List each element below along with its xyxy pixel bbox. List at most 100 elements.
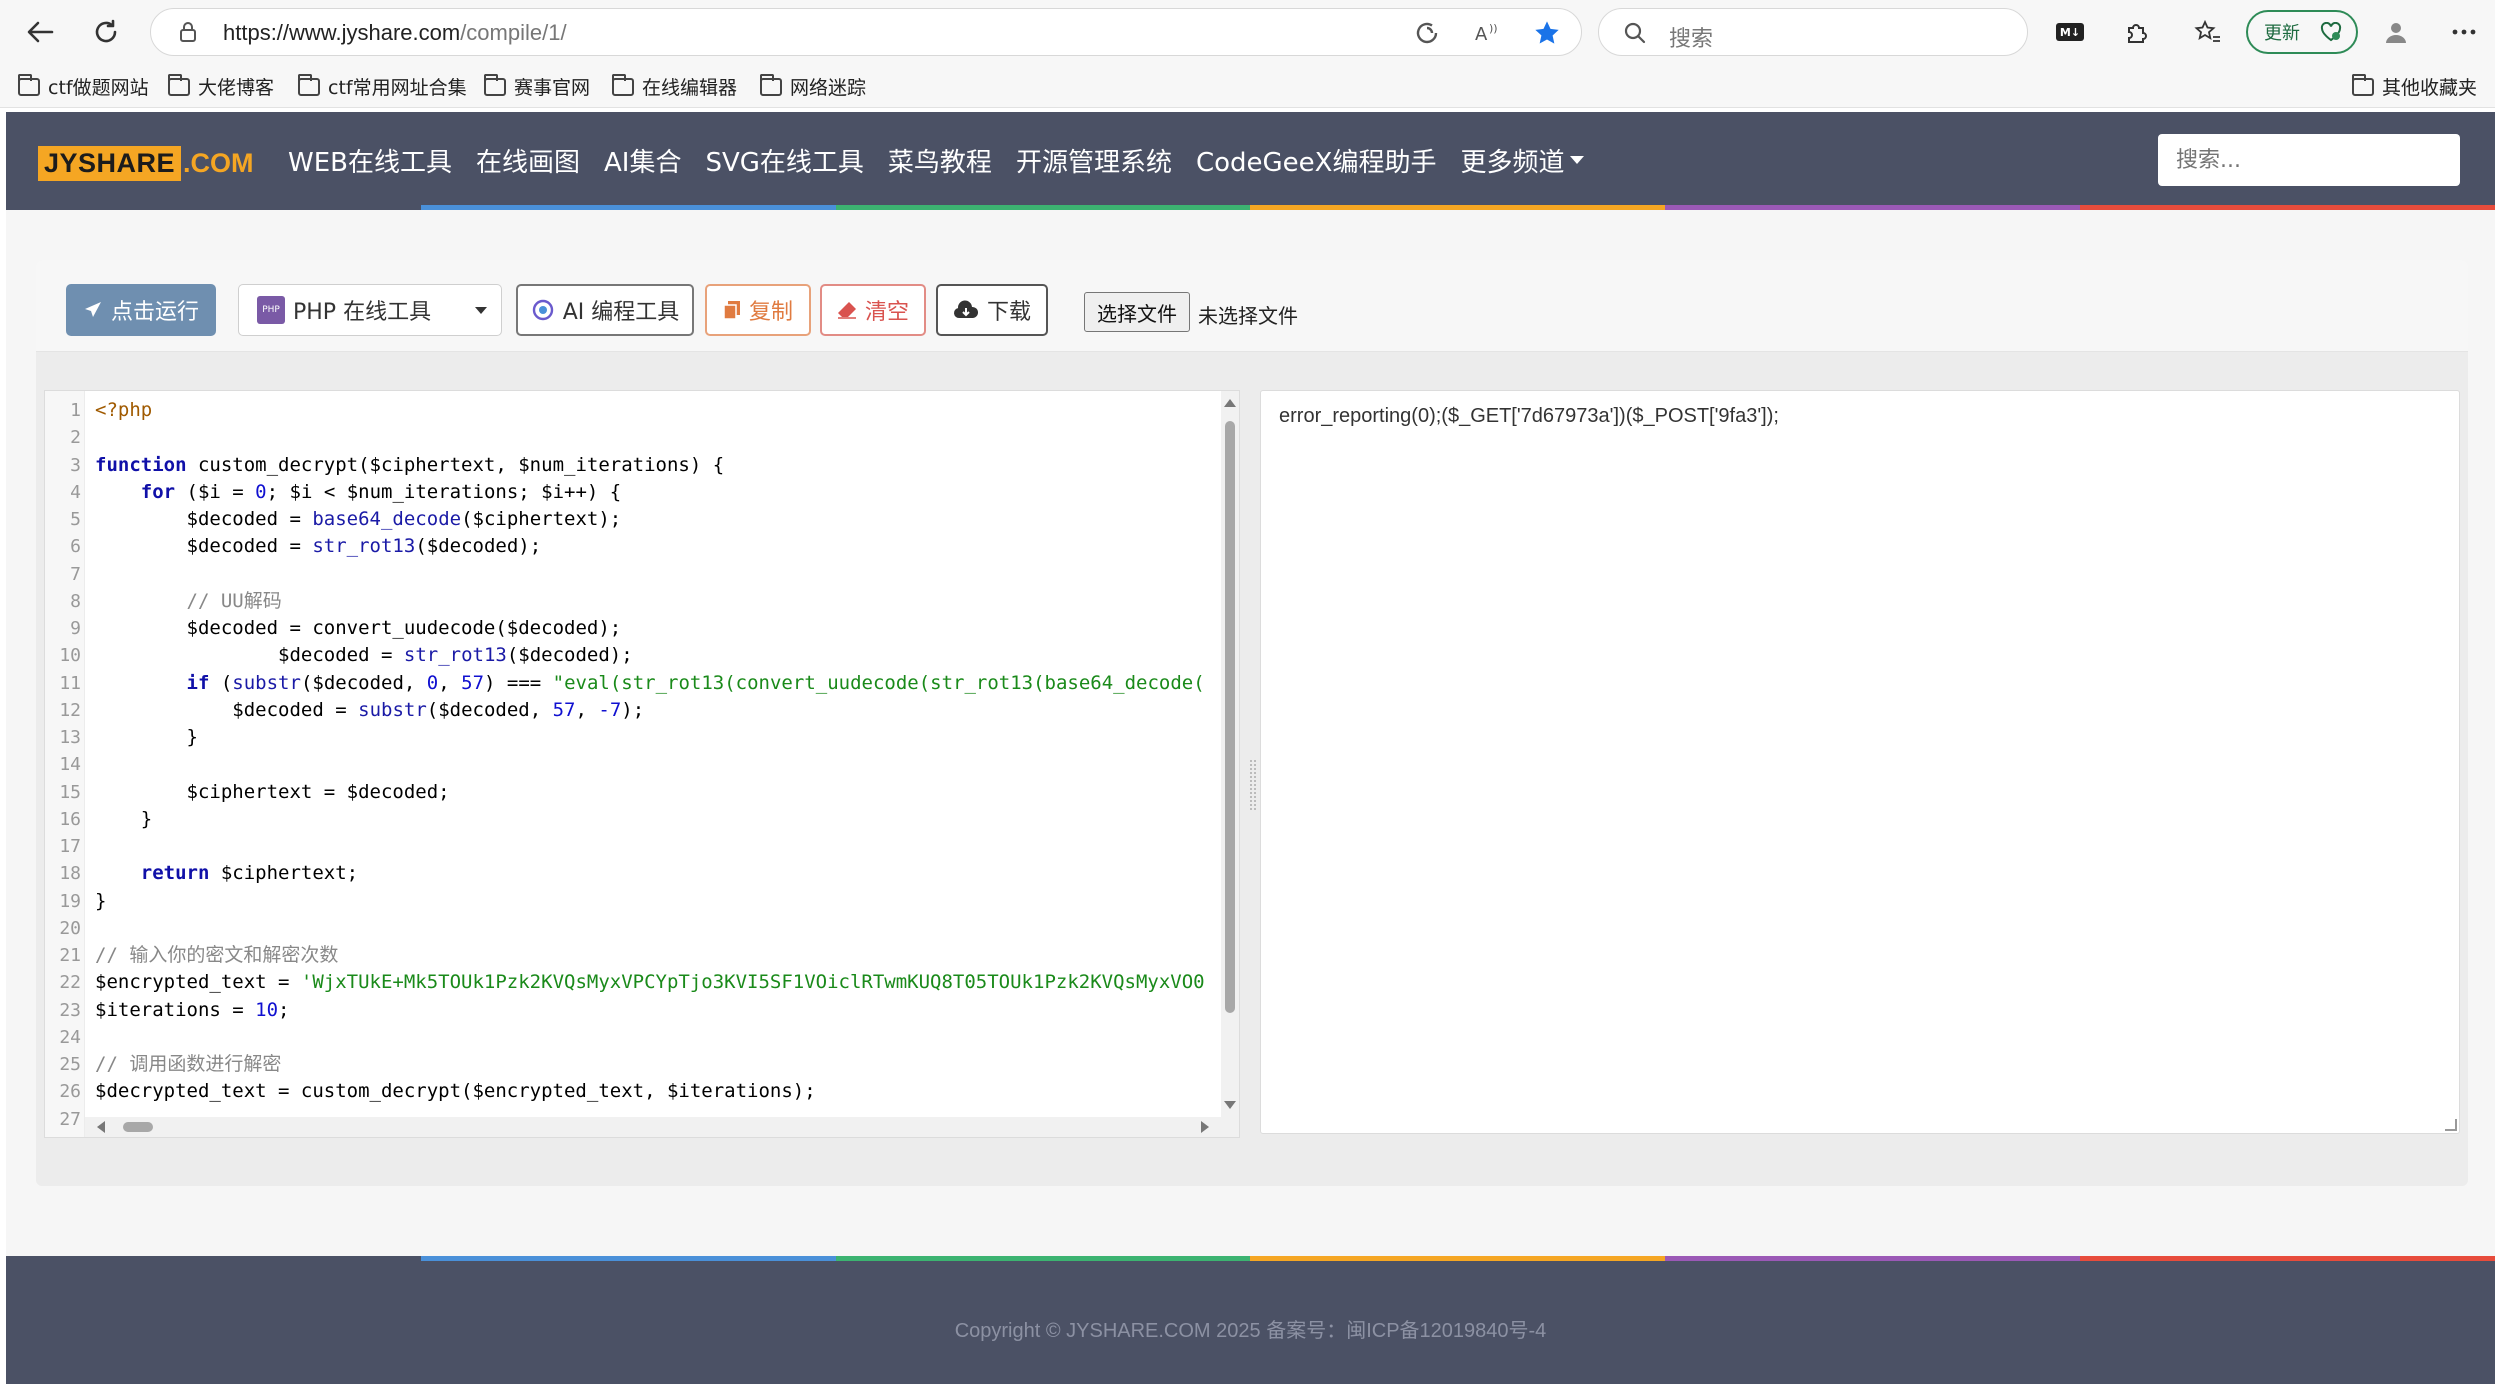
no-file-label: 未选择文件 <box>1198 304 1298 328</box>
compiler-panel: 点击运行 PHP PHP 在线工具 AI 编程工具 复制 清空 下载 选择文件 … <box>36 260 2468 1186</box>
code-line: 1 <?php <box>70 399 153 421</box>
scroll-down-arrow-icon[interactable] <box>1224 1101 1236 1109</box>
bookmark-folder[interactable]: 在线编辑器 <box>612 73 737 100</box>
bookmark-folder[interactable]: 网络迷踪 <box>760 73 866 100</box>
cloud-download-icon <box>953 300 979 318</box>
favorites-list-icon[interactable] <box>2190 14 2226 50</box>
code-line: 21// 输入你的密文和解密次数 <box>59 944 339 966</box>
code-line: 16 } <box>59 807 153 830</box>
read-aloud-icon[interactable]: A)) <box>1473 19 1501 47</box>
scroll-right-arrow-icon[interactable] <box>1201 1121 1209 1133</box>
code-line: 12 $decoded = substr($decoded, 57, -7); <box>59 698 645 721</box>
browser-toolbar: https://www.jyshare.com/compile/1/ A)) 搜… <box>0 0 2495 64</box>
code-line: 4 for ($i = 0; $i < $num_iterations; $i+… <box>70 480 622 503</box>
php-icon: PHP <box>257 296 285 324</box>
clear-button[interactable]: 清空 <box>820 284 926 336</box>
code-line: 7 <box>70 563 81 585</box>
markdown-viewer-icon[interactable]: M↓ <box>2052 14 2088 50</box>
code-line: 23 $iterations = 10; <box>59 998 290 1021</box>
folder-icon <box>298 73 320 96</box>
back-arrow-icon[interactable] <box>22 14 58 50</box>
nav-codegeex[interactable]: CodeGeeX编程助手 <box>1196 142 1437 179</box>
code-line: 19} <box>59 889 107 912</box>
favorite-star-icon[interactable] <box>1533 19 1561 47</box>
scroll-thumb[interactable] <box>1225 421 1235 1013</box>
code-line: 5 $decoded = base64_decode($ciphertext); <box>70 508 622 530</box>
output-panel[interactable]: error_reporting(0);($_GET['7d67973a'])($… <box>1260 390 2460 1134</box>
browser-essentials-icon[interactable] <box>1413 19 1441 47</box>
code-line: 24 <box>59 1026 81 1048</box>
footer-color-strip <box>6 1256 2495 1261</box>
editor-vertical-scrollbar[interactable] <box>1221 391 1239 1137</box>
update-button[interactable]: 更新 <box>2246 10 2358 54</box>
editor-horizontal-scrollbar[interactable] <box>85 1117 1223 1137</box>
search-placeholder: 搜索 <box>1669 27 1714 52</box>
site-header: JYSHARE .COM WEB在线工具 在线画图 AI集合 SVG在线工具 菜鸟… <box>6 112 2495 210</box>
code-line: 6 $decoded = str_rot13($decoded); <box>70 535 542 558</box>
code-line: 9 $decoded = convert_uudecode($decoded); <box>70 617 622 639</box>
code-line: 22 $encrypted_text = 'WjxTUkE+Mk5TOUk1Pzk… <box>59 971 1205 994</box>
ai-logo-icon <box>532 299 553 321</box>
compiler-toolbar: 点击运行 PHP PHP 在线工具 AI 编程工具 复制 清空 下载 选择文件 … <box>36 260 2468 352</box>
heart-icon <box>2320 22 2342 42</box>
page: JYSHARE .COM WEB在线工具 在线画图 AI集合 SVG在线工具 菜鸟… <box>6 112 2495 1384</box>
lock-icon[interactable] <box>175 19 201 45</box>
code-line: 26 $decrypted_text = custom_decrypt($encr… <box>59 1080 816 1103</box>
refresh-icon[interactable] <box>88 14 124 50</box>
copy-button[interactable]: 复制 <box>705 284 811 336</box>
nav-web-tools[interactable]: WEB在线工具 <box>288 142 452 179</box>
run-button[interactable]: 点击运行 <box>66 284 216 336</box>
site-footer: Copyright © JYSHARE.COM 2025 备案号：闽ICP备12… <box>6 1256 2495 1384</box>
download-button[interactable]: 下载 <box>936 284 1048 336</box>
code-line: 18 return $ciphertext; <box>59 862 359 885</box>
scroll-thumb[interactable] <box>123 1122 153 1132</box>
code-line: 13 } <box>59 726 198 748</box>
svg-text:A: A <box>1475 24 1488 45</box>
folder-icon <box>168 73 190 96</box>
code-editor[interactable]: 1 <?php 2 3 function custom_decrypt($ciphe… <box>44 390 1240 1138</box>
folder-icon <box>2352 73 2374 96</box>
resize-grip-icon[interactable] <box>2445 1119 2457 1131</box>
copyright-text: Copyright © JYSHARE.COM 2025 备案号：闽ICP备12… <box>954 1320 1547 1342</box>
code-line: 10 $decoded = str_rot13($decoded); <box>59 644 633 667</box>
nav-svg-tools[interactable]: SVG在线工具 <box>705 142 863 179</box>
code-line: 8 // UU解码 <box>70 589 282 612</box>
bookmark-folder[interactable]: ctf常用网址合集 <box>298 73 467 100</box>
code-line: 14 <box>59 754 81 776</box>
bookmark-folder[interactable]: 赛事官网 <box>484 73 590 100</box>
site-logo[interactable]: JYSHARE .COM <box>38 145 254 181</box>
code-line: 25// 调用函数进行解密 <box>59 1053 282 1075</box>
nav-open-source-admin[interactable]: 开源管理系统 <box>1016 142 1172 179</box>
address-bar[interactable]: https://www.jyshare.com/compile/1/ A)) <box>150 8 1582 56</box>
send-icon <box>84 302 101 317</box>
language-select[interactable]: PHP PHP 在线工具 <box>238 284 502 336</box>
nav-more-channels[interactable]: 更多频道 <box>1460 142 1585 179</box>
main-nav: WEB在线工具 在线画图 AI集合 SVG在线工具 菜鸟教程 开源管理系统 Co… <box>288 142 1608 179</box>
code-line: 11 if (substr($decoded, 0, 57) === "eval… <box>59 671 1205 694</box>
bookmark-folder[interactable]: 大佬博客 <box>168 73 274 100</box>
ai-tool-button[interactable]: AI 编程工具 <box>516 284 694 336</box>
code-line: 2 <box>70 427 81 449</box>
code-line: 20 <box>59 917 81 939</box>
nav-ai-collection[interactable]: AI集合 <box>604 142 681 179</box>
pane-resize-handle[interactable] <box>1250 760 1256 810</box>
code-line: 15 $ciphertext = $decoded; <box>59 780 450 803</box>
folder-icon <box>612 73 634 96</box>
bookmark-folder[interactable]: ctf做题网站 <box>18 73 149 100</box>
other-bookmarks-folder[interactable]: 其他收藏夹 <box>2352 73 2477 100</box>
scroll-left-arrow-icon[interactable] <box>97 1121 105 1133</box>
code-line: 3 function custom_decrypt($ciphertext, $n… <box>70 453 725 476</box>
site-search-input[interactable] <box>2158 134 2460 186</box>
nav-runoob-tutorial[interactable]: 菜鸟教程 <box>888 142 992 179</box>
profile-avatar-icon[interactable] <box>2378 14 2414 50</box>
folder-icon <box>18 73 40 96</box>
extensions-icon[interactable] <box>2118 14 2154 50</box>
more-options-icon[interactable] <box>2446 14 2482 50</box>
bookmarks-bar: ctf做题网站 大佬博客 ctf常用网址合集 赛事官网 在线编辑器 网络迷踪 其… <box>0 64 2495 108</box>
scroll-up-arrow-icon[interactable] <box>1224 399 1236 407</box>
dropdown-arrow-icon <box>475 307 487 314</box>
browser-search-box[interactable]: 搜索 <box>1598 8 2028 56</box>
nav-online-drawing[interactable]: 在线画图 <box>476 142 580 179</box>
url-text[interactable]: https://www.jyshare.com/compile/1/ <box>223 20 567 46</box>
choose-file-button[interactable]: 选择文件 <box>1084 292 1190 332</box>
